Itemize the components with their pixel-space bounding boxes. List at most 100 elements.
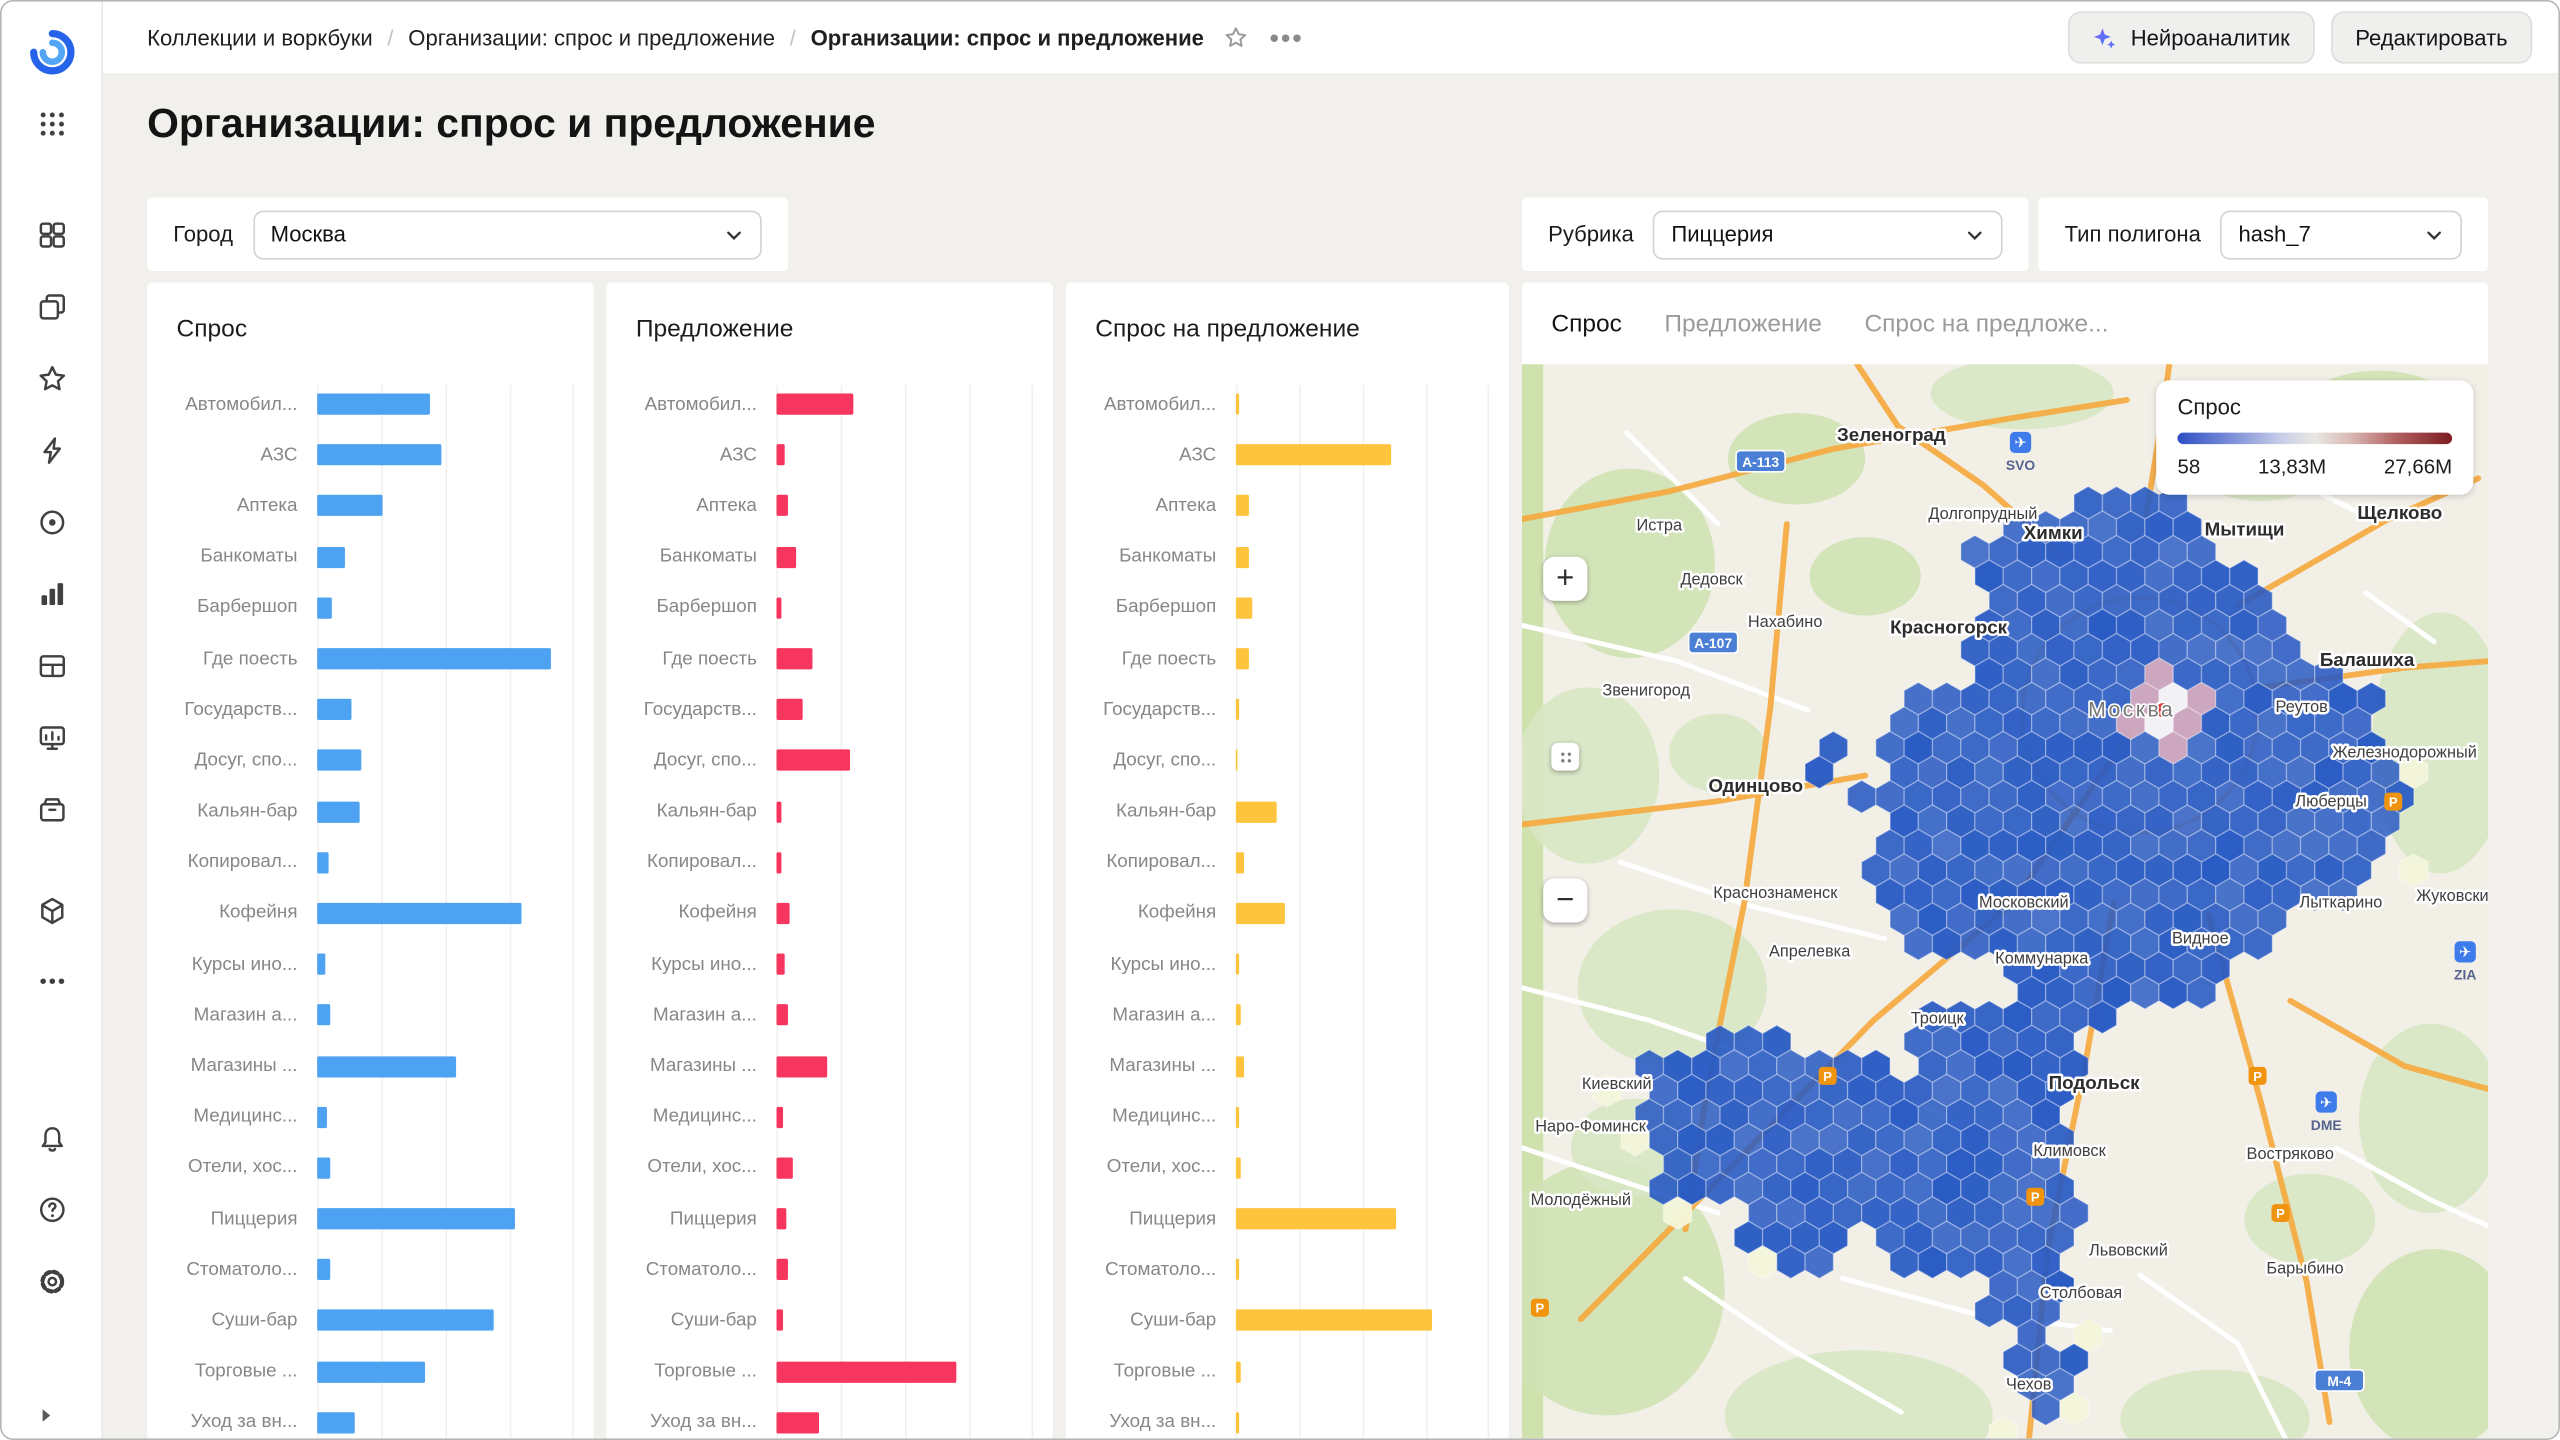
bar[interactable] [317,1361,425,1383]
bar[interactable] [776,495,789,517]
dashboards-nav-icon[interactable] [26,712,78,764]
bar[interactable] [1235,902,1286,925]
bar[interactable] [317,1055,456,1077]
bar[interactable] [317,546,345,568]
bar[interactable] [317,393,430,415]
map-canvas[interactable]: А-113 А-107 М-4 ✈ SVO ✈ DME ✈ ZIA P P P P P P Москва Зе… [1521,364,2489,1439]
bar[interactable] [776,648,813,670]
quick-access-nav-icon[interactable] [26,424,78,476]
bar[interactable] [776,546,796,568]
bar-row: Где поесть [1066,633,1509,684]
workbooks-nav-icon[interactable] [26,281,78,333]
bar[interactable] [317,1004,331,1026]
bar[interactable] [1235,800,1277,823]
zoom-out-button[interactable]: − [1543,878,1588,923]
map-tab-2[interactable]: Спрос на предложе... [1864,309,2108,337]
favorites-nav-icon[interactable] [26,353,78,405]
more-nav-icon[interactable] [26,955,78,1007]
bar[interactable] [776,1310,783,1332]
bar[interactable] [776,1361,957,1383]
bar[interactable] [317,597,332,619]
bar[interactable] [776,1411,820,1434]
edit-button[interactable]: Редактировать [2330,11,2533,64]
bar[interactable] [1235,1411,1240,1434]
bar[interactable] [776,699,803,721]
bar[interactable] [1235,1055,1244,1077]
bar[interactable] [776,851,782,874]
monitoring-nav-icon[interactable] [26,496,78,548]
bar[interactable] [1235,1361,1241,1383]
storage-nav-icon[interactable] [26,784,78,836]
bar[interactable] [317,699,352,721]
collections-nav-icon[interactable] [26,209,78,261]
bar[interactable] [1235,1157,1241,1179]
bar[interactable] [317,495,383,517]
bar[interactable] [317,648,551,670]
map-ruler-button[interactable] [1551,742,1580,771]
bar-row: Курсы ино... [606,939,1052,990]
bar[interactable] [1235,648,1250,670]
bar[interactable] [1235,953,1240,975]
neuroanalyst-button[interactable]: Нейроаналитик [2068,11,2315,64]
bar[interactable] [1235,1208,1396,1230]
polygon-type-select[interactable]: hash_7 [2220,209,2462,259]
map-tab-0[interactable]: Спрос [1551,309,1622,337]
bar[interactable] [1235,750,1238,772]
bar[interactable] [1235,546,1250,568]
bar[interactable] [1235,597,1253,619]
city-select[interactable]: Москва [252,209,762,259]
collapse-sidebar-icon[interactable] [33,1399,72,1432]
bar[interactable] [776,1259,789,1281]
bar[interactable] [776,393,854,415]
bar[interactable] [1235,495,1250,517]
datalens-logo[interactable] [29,29,75,75]
bar[interactable] [317,1310,494,1332]
bar[interactable] [776,750,851,772]
services-nav-icon[interactable] [26,885,78,937]
bar[interactable] [1235,1106,1240,1128]
bar[interactable] [317,851,329,874]
bar[interactable] [776,597,782,619]
bar[interactable] [776,1055,828,1077]
bar[interactable] [1235,851,1244,874]
datasets-nav-icon[interactable] [26,640,78,692]
bar[interactable] [317,1106,327,1128]
bar[interactable] [317,1259,331,1281]
bar[interactable] [776,902,790,925]
bar[interactable] [317,750,362,772]
more-menu-icon[interactable]: ••• [1269,24,1303,52]
bar[interactable] [776,953,785,975]
bar[interactable] [317,953,326,975]
bar[interactable] [1235,393,1240,415]
bar[interactable] [1235,1004,1241,1026]
bar[interactable] [317,444,442,466]
breadcrumb-item[interactable]: Организации: спрос и предложение [408,25,775,49]
bar[interactable] [317,1208,516,1230]
bar[interactable] [776,1157,793,1179]
favorite-star-icon[interactable] [1224,24,1250,50]
apps-menu-icon[interactable] [26,98,78,150]
map[interactable]: А-113 А-107 М-4 ✈ SVO ✈ DME ✈ ZIA P P P P P P Москва Зе… [1521,364,2489,1439]
bar[interactable] [1235,444,1392,466]
map-tab-1[interactable]: Предложение [1664,309,1822,337]
bar[interactable] [776,1004,789,1026]
help-icon[interactable] [26,1184,78,1236]
bar[interactable] [317,902,522,925]
bar-label: Автомобил... [1103,394,1217,415]
bar[interactable] [317,800,360,823]
bar[interactable] [1235,699,1240,721]
rubric-select[interactable]: Пиццерия [1653,209,2003,259]
bar[interactable] [776,1208,787,1230]
settings-icon[interactable] [26,1256,78,1308]
bar[interactable] [776,800,782,823]
notifications-icon[interactable] [26,1113,78,1165]
bar[interactable] [776,1106,783,1128]
charts-nav-icon[interactable] [26,568,78,620]
breadcrumb-item[interactable]: Коллекции и воркбуки [147,25,373,49]
bar[interactable] [317,1157,331,1179]
bar[interactable] [1235,1259,1240,1281]
bar[interactable] [317,1411,355,1434]
bar[interactable] [1235,1310,1432,1332]
bar[interactable] [776,444,785,466]
zoom-in-button[interactable]: + [1543,556,1588,601]
